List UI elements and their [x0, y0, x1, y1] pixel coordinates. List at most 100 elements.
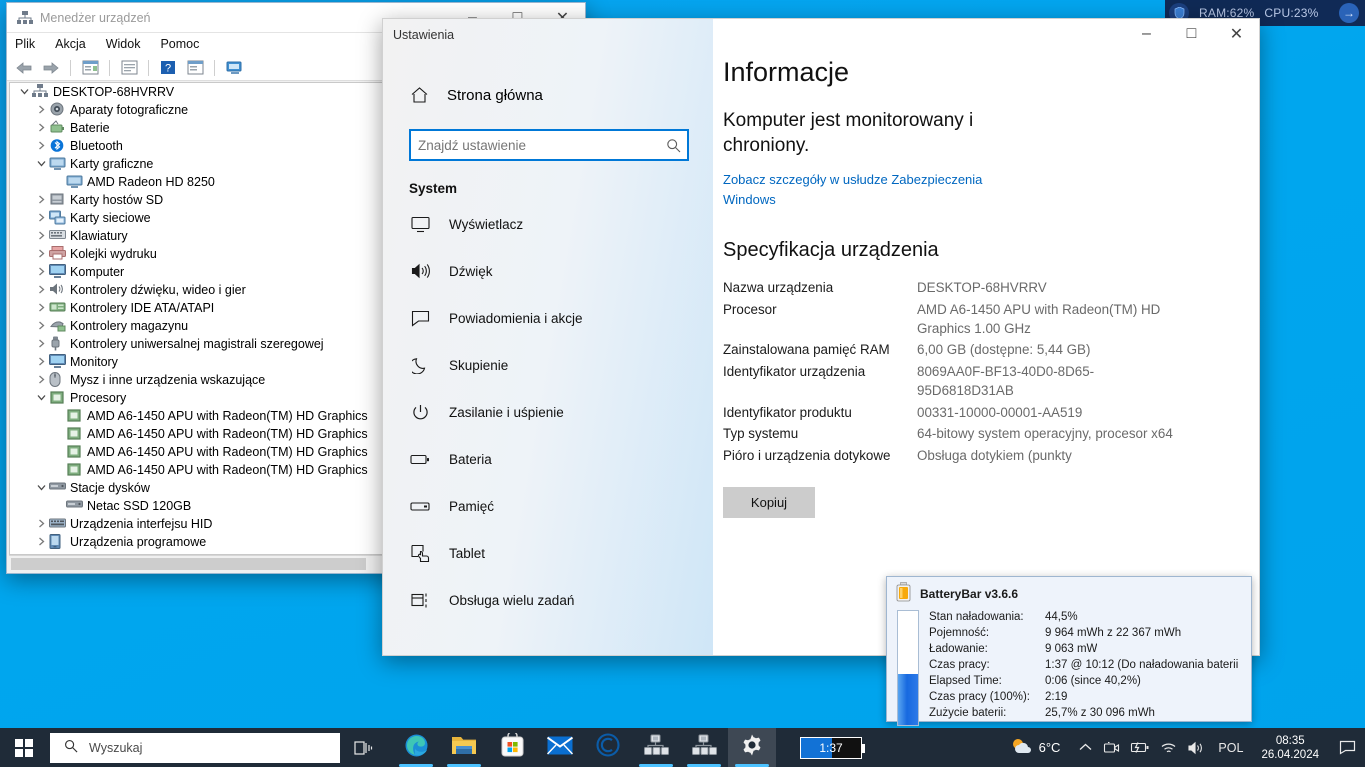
settings-titlebar-right[interactable]: – □ ✕ — [713, 19, 1259, 49]
taskbar-app-microsoft-edge[interactable] — [392, 728, 440, 767]
chevron-right-icon[interactable] — [33, 213, 49, 224]
chevron-right-icon[interactable] — [33, 321, 49, 332]
language-indicator[interactable]: POL — [1210, 728, 1251, 767]
battery-charging-icon[interactable] — [1125, 728, 1155, 767]
sidebar-item-wy-wietlacz[interactable]: Wyświetlacz — [383, 205, 713, 243]
search-icon[interactable] — [659, 138, 687, 153]
taskbar-search-box[interactable]: Wyszukaj — [50, 732, 340, 763]
device-tree-node-label: Urządzenia interfejsu HID — [70, 517, 213, 531]
settings-titlebar-left[interactable]: Ustawienia — [383, 19, 713, 49]
toolbar-separator — [109, 59, 110, 76]
display-icon — [410, 216, 430, 233]
taskbar[interactable]: Wyszukaj 1:37 6°C POL 08:35 26.04.2024 — [0, 728, 1365, 767]
chevron-right-icon[interactable] — [33, 339, 49, 350]
chevron-up-icon[interactable] — [1072, 728, 1098, 767]
action-center-button[interactable] — [1329, 728, 1365, 767]
copy-button[interactable]: Kopiuj — [723, 487, 815, 519]
sidebar-item-tablet[interactable]: Tablet — [383, 534, 713, 572]
chevron-right-icon[interactable] — [33, 141, 49, 152]
chevron-right-icon[interactable] — [33, 519, 49, 530]
taskbar-app-file-explorer[interactable] — [440, 728, 488, 767]
batterybar-taskbar-widget[interactable]: 1:37 — [800, 736, 865, 759]
sidebar-item-zasilanie-i-u-pienie[interactable]: Zasilanie i uśpienie — [383, 393, 713, 431]
wifi-icon[interactable] — [1155, 728, 1182, 767]
sidebar-item-obs-uga-wielu-zada[interactable]: Obsługa wielu zadań — [383, 581, 713, 619]
disk-icon — [66, 498, 83, 514]
spec-value: 6,00 GB (dostępne: 5,44 GB) — [917, 342, 1091, 358]
network-icon — [49, 210, 66, 226]
gear-icon — [740, 733, 764, 762]
taskbar-app-device-manager-2[interactable] — [680, 728, 728, 767]
chevron-down-icon[interactable] — [33, 483, 49, 494]
scrollbar-thumb[interactable] — [11, 557, 366, 570]
power-icon — [410, 404, 430, 421]
taskbar-app-ccleaner[interactable] — [584, 728, 632, 767]
sound-icon — [410, 263, 430, 279]
menu-akcja[interactable]: Akcja — [55, 37, 86, 51]
taskbar-app-mail[interactable] — [536, 728, 584, 767]
chevron-right-icon[interactable] — [33, 231, 49, 242]
volume-icon[interactable] — [1182, 728, 1210, 767]
chevron-right-icon[interactable] — [33, 375, 49, 386]
settings-nav-list[interactable]: Wyświetlacz Dźwięk Powiadomienia i akcje Sk… — [383, 205, 713, 619]
sidebar-item-d-wi-k[interactable]: Dźwięk — [383, 252, 713, 290]
batterybar-row: Zużycie baterii: 25,7% z 30 096 mWh — [929, 705, 1251, 721]
forward-arrow-icon[interactable] — [40, 58, 62, 78]
task-view-button[interactable] — [340, 728, 386, 767]
spec-row: Identyfikator urządzenia 8069AA0F-BF13-40… — [723, 362, 1259, 401]
chevron-right-icon[interactable] — [33, 357, 49, 368]
sidebar-item-skupienie[interactable]: Skupienie — [383, 346, 713, 384]
chevron-right-icon[interactable] — [33, 537, 49, 548]
batterybar-row-key: Ładowanie: — [929, 643, 988, 655]
settings-maximize-button[interactable]: □ — [1169, 19, 1214, 49]
help-icon[interactable]: ? — [157, 58, 179, 78]
menu-plik[interactable]: Plik — [15, 37, 35, 51]
back-arrow-icon[interactable] — [13, 58, 35, 78]
windows-security-link[interactable]: Zobacz szczegóły w usłudze Zabezpieczeni… — [723, 170, 1023, 209]
remote-icon[interactable] — [223, 58, 245, 78]
taskbar-app-device-manager-1[interactable] — [632, 728, 680, 767]
system-tray[interactable]: 6°C POL 08:35 26.04.2024 — [1002, 728, 1365, 767]
scan-hardware-icon[interactable] — [184, 58, 206, 78]
settings-window[interactable]: Ustawienia Strona główna System Wyświetl… — [382, 18, 1260, 656]
weather-temperature: 6°C — [1038, 740, 1061, 755]
sd-host-icon — [49, 192, 66, 208]
batterybar-row-value: 0:06 (since 40,2%) — [1045, 675, 1141, 687]
search-input[interactable] — [411, 131, 659, 159]
chevron-right-icon[interactable] — [33, 249, 49, 260]
start-button[interactable] — [0, 728, 48, 767]
device-tree-node-label: Karty graficzne — [70, 157, 154, 171]
usb-icon — [49, 336, 66, 352]
chevron-right-icon[interactable] — [33, 267, 49, 278]
chevron-right-icon[interactable] — [33, 285, 49, 296]
weather-widget[interactable]: 6°C — [1002, 728, 1073, 767]
properties-icon[interactable] — [79, 58, 101, 78]
chevron-right-icon[interactable] — [33, 105, 49, 116]
settings-search-box[interactable] — [409, 129, 689, 161]
processor-icon — [66, 426, 83, 442]
chevron-right-icon[interactable] — [33, 123, 49, 134]
chevron-down-icon[interactable] — [16, 87, 32, 98]
taskbar-clock[interactable]: 08:35 26.04.2024 — [1251, 728, 1329, 767]
taskbar-app-microsoft-store[interactable] — [488, 728, 536, 767]
settings-minimize-button[interactable]: – — [1124, 19, 1169, 49]
batterybar-detail-rows: Stan naładowania: 44,5% Pojemność: 9 964 mW… — [929, 609, 1251, 726]
batterybar-row: Czas pracy: 1:37 @ 10:12 (Do naładowania … — [929, 657, 1251, 673]
sidebar-item-home[interactable]: Strona główna — [383, 75, 713, 115]
sidebar-item-powiadomienia-i-akcje[interactable]: Powiadomienia i akcje — [383, 299, 713, 337]
taskbar-app-list[interactable] — [392, 728, 776, 767]
menu-widok[interactable]: Widok — [106, 37, 141, 51]
settings-sidebar[interactable]: Ustawienia Strona główna System Wyświetl… — [383, 19, 713, 655]
menu-pomoc[interactable]: Pomoc — [160, 37, 199, 51]
chevron-right-icon[interactable] — [33, 195, 49, 206]
overlay-expand-icon[interactable]: → — [1339, 3, 1359, 23]
settings-close-button[interactable]: ✕ — [1214, 19, 1259, 49]
sidebar-item-bateria[interactable]: Bateria — [383, 440, 713, 478]
chevron-right-icon[interactable] — [33, 303, 49, 314]
taskbar-app-settings[interactable] — [728, 728, 776, 767]
chevron-down-icon[interactable] — [33, 159, 49, 170]
show-hidden-icon[interactable] — [118, 58, 140, 78]
screen-capture-icon[interactable] — [1098, 728, 1125, 767]
sidebar-item-pami[interactable]: Pamięć — [383, 487, 713, 525]
chevron-down-icon[interactable] — [33, 393, 49, 404]
